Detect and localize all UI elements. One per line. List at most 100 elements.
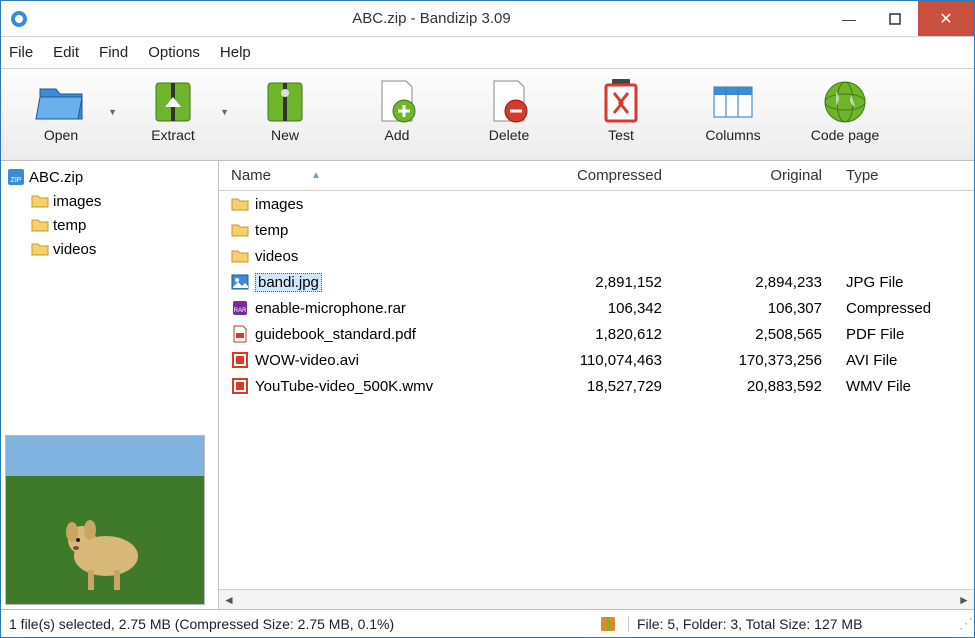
status-left: 1 file(s) selected, 2.75 MB (Compressed … (1, 616, 588, 632)
app-window: ABC.zip - Bandizip 3.09 — ✕ File Edit Fi… (0, 0, 975, 638)
folder-icon (231, 195, 249, 213)
folder-icon (231, 247, 249, 265)
toolbar-test[interactable]: Test (571, 77, 671, 143)
col-name[interactable]: Name▲ (219, 167, 504, 184)
archive-icon (599, 615, 617, 633)
col-original[interactable]: Original (674, 167, 834, 184)
toolbar-columns[interactable]: Columns (683, 77, 783, 143)
status-mid-icon (588, 615, 628, 633)
status-bar: 1 file(s) selected, 2.75 MB (Compressed … (1, 609, 974, 637)
file-name: guidebook_standard.pdf (255, 326, 416, 343)
close-button[interactable]: ✕ (918, 1, 974, 36)
extract-icon (146, 77, 200, 125)
file-name: bandi.jpg (255, 273, 322, 292)
scroll-left-icon[interactable]: ◄ (219, 593, 239, 607)
col-type[interactable]: Type (834, 167, 974, 184)
preview-image (6, 436, 205, 605)
tree-child-images[interactable]: images (7, 189, 212, 213)
file-compressed: 110,074,463 (504, 352, 674, 369)
file-row[interactable]: videos (219, 243, 974, 269)
file-row[interactable]: RARenable-microphone.rar106,342106,307Co… (219, 295, 974, 321)
menu-options[interactable]: Options (148, 44, 200, 61)
file-type: WMV File (834, 378, 974, 395)
toolbar: ▼ Open ▼ Extract New (1, 69, 974, 161)
menu-file[interactable]: File (9, 44, 33, 61)
menu-edit[interactable]: Edit (53, 44, 79, 61)
add-file-icon (370, 77, 424, 125)
file-compressed: 106,342 (504, 300, 674, 317)
file-compressed: 2,891,152 (504, 274, 674, 291)
window-title: ABC.zip - Bandizip 3.09 (37, 10, 826, 27)
menu-help[interactable]: Help (220, 44, 251, 61)
toolbar-extract[interactable]: ▼ Extract (123, 77, 223, 143)
file-row[interactable]: WOW-video.avi110,074,463170,373,256AVI F… (219, 347, 974, 373)
toolbar-new-label: New (271, 127, 299, 143)
svg-text:RAR: RAR (234, 308, 247, 314)
tree-root[interactable]: ZIP ABC.zip (7, 165, 212, 189)
resize-grip[interactable]: ⋰ (958, 615, 974, 632)
column-header: Name▲ Compressed Original Type (219, 161, 974, 191)
toolbar-add[interactable]: Add (347, 77, 447, 143)
menu-find[interactable]: Find (99, 44, 128, 61)
file-type: PDF File (834, 326, 974, 343)
toolbar-extract-label: Extract (151, 127, 195, 143)
file-original: 2,508,565 (674, 326, 834, 343)
chevron-down-icon[interactable]: ▼ (108, 107, 117, 117)
toolbar-codepage-label: Code page (811, 127, 880, 143)
menu-bar: File Edit Find Options Help (1, 37, 974, 69)
horizontal-scrollbar[interactable]: ◄ ► (219, 589, 974, 609)
tree-child-temp[interactable]: temp (7, 213, 212, 237)
preview-pane (5, 435, 205, 605)
file-row[interactable]: images (219, 191, 974, 217)
toolbar-delete[interactable]: Delete (459, 77, 559, 143)
file-type: JPG File (834, 274, 974, 291)
toolbar-columns-label: Columns (705, 127, 760, 143)
sort-asc-icon: ▲ (311, 170, 321, 181)
window-buttons: — ✕ (826, 1, 974, 36)
file-name: images (255, 196, 303, 213)
maximize-button[interactable] (872, 1, 918, 36)
toolbar-delete-label: Delete (489, 127, 529, 143)
tree-child-videos[interactable]: videos (7, 237, 212, 261)
tree-child-label: videos (53, 241, 96, 258)
toolbar-test-label: Test (608, 127, 634, 143)
status-right: File: 5, Folder: 3, Total Size: 127 MB (628, 616, 958, 632)
file-type: Compressed (834, 300, 974, 317)
left-panel: ZIP ABC.zip images temp videos (1, 161, 219, 609)
scroll-right-icon[interactable]: ► (954, 593, 974, 607)
folder-icon (31, 192, 49, 210)
zip-icon: ZIP (7, 168, 25, 186)
tree-root-label: ABC.zip (29, 169, 83, 186)
folder-tree[interactable]: ZIP ABC.zip images temp videos (1, 161, 218, 431)
toolbar-open[interactable]: ▼ Open (11, 77, 111, 143)
file-row[interactable]: YouTube-video_500K.wmv 18,527,72920,883,5… (219, 373, 974, 399)
right-panel: Name▲ Compressed Original Type images tem… (219, 161, 974, 609)
file-list[interactable]: imagestempvideosbandi.jpg2,891,1522,894,… (219, 191, 974, 589)
file-compressed: 18,527,729 (504, 378, 674, 395)
file-name: videos (255, 248, 298, 265)
globe-icon (818, 77, 872, 125)
toolbar-codepage[interactable]: Code page (795, 77, 895, 143)
col-compressed[interactable]: Compressed (504, 167, 674, 184)
title-bar: ABC.zip - Bandizip 3.09 — ✕ (1, 1, 974, 37)
pdf-icon (231, 325, 249, 343)
columns-icon (706, 77, 760, 125)
video-icon (231, 377, 249, 395)
file-row[interactable]: temp (219, 217, 974, 243)
tree-child-label: temp (53, 217, 86, 234)
chevron-down-icon[interactable]: ▼ (220, 107, 229, 117)
file-compressed: 1,820,612 (504, 326, 674, 343)
file-name: YouTube-video_500K.wmv (255, 378, 433, 395)
file-original: 20,883,592 (674, 378, 834, 395)
app-icon (9, 9, 29, 29)
toolbar-new[interactable]: New (235, 77, 335, 143)
file-row[interactable]: guidebook_standard.pdf 1,820,6122,508,565… (219, 321, 974, 347)
new-archive-icon (258, 77, 312, 125)
file-name: WOW-video.avi (255, 352, 359, 369)
file-type: AVI File (834, 352, 974, 369)
test-icon (594, 77, 648, 125)
minimize-button[interactable]: — (826, 1, 872, 36)
delete-file-icon (482, 77, 536, 125)
file-row[interactable]: bandi.jpg2,891,1522,894,233JPG File (219, 269, 974, 295)
content-area: ZIP ABC.zip images temp videos (1, 161, 974, 609)
